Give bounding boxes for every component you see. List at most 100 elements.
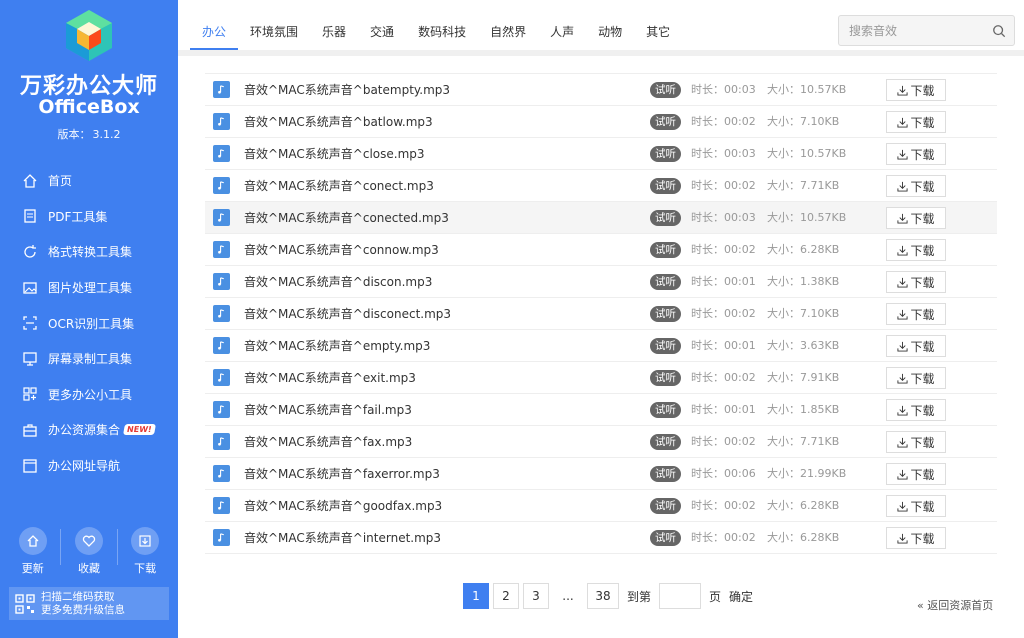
list-item[interactable]: 音效^MAC系统声音^disconect.mp3试听时长：00:02大小：7.1… [205, 298, 997, 330]
preview-button[interactable]: 试听 [650, 114, 681, 130]
preview-button[interactable]: 试听 [650, 530, 681, 546]
download-label: 下载 [910, 530, 934, 547]
favorite-button[interactable]: 收藏 [67, 527, 111, 576]
download-button[interactable]: 下载 [886, 79, 946, 101]
tab-transport[interactable]: 交通 [358, 14, 406, 50]
tab-instruments[interactable]: 乐器 [310, 14, 358, 50]
duration-label: 时长： [691, 83, 724, 96]
sidebar-item-image-tools[interactable]: 图片处理工具集 [0, 270, 178, 306]
download-button[interactable]: 下载 [886, 527, 946, 549]
list-item[interactable]: 音效^MAC系统声音^internet.mp3试听时长：00:02大小：6.28… [205, 522, 997, 554]
duration-text: 时长：00:01 [691, 394, 756, 426]
size-value: 3.63KB [800, 339, 839, 352]
list-item[interactable]: 音效^MAC系统声音^exit.mp3试听时长：00:02大小：7.91KB下载 [205, 362, 997, 394]
download-button[interactable]: 下载 [886, 335, 946, 357]
page-button-3[interactable]: 3 [523, 583, 549, 609]
goto-page-input[interactable] [659, 583, 701, 609]
download-button[interactable]: 下载 [886, 399, 946, 421]
tab-office[interactable]: 办公 [190, 14, 238, 50]
download-label: 下载 [910, 274, 934, 291]
download-app-button[interactable]: 下载 [123, 527, 167, 576]
monitor-icon [22, 351, 38, 367]
preview-button[interactable]: 试听 [650, 498, 681, 514]
audio-file-icon [213, 241, 230, 258]
audio-file-icon [213, 401, 230, 418]
download-icon [897, 533, 908, 544]
update-button[interactable]: 更新 [11, 527, 55, 576]
download-button[interactable]: 下载 [886, 367, 946, 389]
size-value: 6.28KB [800, 243, 839, 256]
sidebar-item-label: 更多办公小工具 [48, 386, 132, 403]
page-button-2[interactable]: 2 [493, 583, 519, 609]
preview-button[interactable]: 试听 [650, 82, 681, 98]
back-to-resources-link[interactable]: « 返回资源首页 [917, 597, 993, 613]
download-button[interactable]: 下载 [886, 207, 946, 229]
preview-button[interactable]: 试听 [650, 402, 681, 418]
goto-confirm-button[interactable]: 确定 [729, 588, 753, 605]
qr-code-promo[interactable]: 扫描二维码获取 更多免费升级信息 [9, 587, 169, 620]
tab-other[interactable]: 其它 [634, 14, 682, 50]
preview-button[interactable]: 试听 [650, 146, 681, 162]
tab-ambience[interactable]: 环境氛围 [238, 14, 310, 50]
tab-voice[interactable]: 人声 [538, 14, 586, 50]
sidebar-item-screen-record[interactable]: 屏幕录制工具集 [0, 341, 178, 377]
sidebar-item-home[interactable]: 首页 [0, 163, 178, 199]
tab-digital-tech[interactable]: 数码科技 [406, 14, 478, 50]
download-button[interactable]: 下载 [886, 143, 946, 165]
search-input[interactable] [839, 16, 984, 45]
tab-nature[interactable]: 自然界 [478, 14, 538, 50]
sidebar-item-more-tools[interactable]: 更多办公小工具 [0, 377, 178, 413]
download-button[interactable]: 下载 [886, 431, 946, 453]
download-icon [897, 213, 908, 224]
size-value: 10.57KB [800, 83, 846, 96]
tab-animals[interactable]: 动物 [586, 14, 634, 50]
page-button-last[interactable]: 38 [587, 583, 619, 609]
audio-file-icon [213, 113, 230, 130]
version-number: 3.1.2 [93, 128, 121, 141]
list-item[interactable]: 音效^MAC系统声音^conected.mp3试听时长：00:03大小：10.5… [205, 202, 997, 234]
list-item[interactable]: 音效^MAC系统声音^conect.mp3试听时长：00:02大小：7.71KB… [205, 170, 997, 202]
sidebar-item-format-convert[interactable]: 格式转换工具集 [0, 234, 178, 270]
size-label: 大小： [767, 467, 800, 480]
sidebar-item-pdf[interactable]: PDF工具集 [0, 199, 178, 235]
list-item[interactable]: 音效^MAC系统声音^batlow.mp3试听时长：00:02大小：7.10KB… [205, 106, 997, 138]
list-item[interactable]: 音效^MAC系统声音^faxerror.mp3试听时长：00:06大小：21.9… [205, 458, 997, 490]
download-icon [897, 85, 908, 96]
duration-value: 00:02 [724, 435, 756, 448]
size-value: 7.91KB [800, 371, 839, 384]
download-button[interactable]: 下载 [886, 271, 946, 293]
page-button-1[interactable]: 1 [463, 583, 489, 609]
download-button[interactable]: 下载 [886, 239, 946, 261]
list-item[interactable]: 音效^MAC系统声音^fax.mp3试听时长：00:02大小：7.71KB下载 [205, 426, 997, 458]
download-button[interactable]: 下载 [886, 175, 946, 197]
list-item[interactable]: 音效^MAC系统声音^batempty.mp3试听时长：00:03大小：10.5… [205, 74, 997, 106]
download-button[interactable]: 下载 [886, 111, 946, 133]
download-button[interactable]: 下载 [886, 495, 946, 517]
preview-button[interactable]: 试听 [650, 210, 681, 226]
sidebar-item-office-resources[interactable]: 办公资源集合 NEW! [0, 412, 178, 448]
list-item[interactable]: 音效^MAC系统声音^fail.mp3试听时长：00:01大小：1.85KB下载 [205, 394, 997, 426]
audio-file-icon [213, 177, 230, 194]
list-item[interactable]: 音效^MAC系统声音^discon.mp3试听时长：00:01大小：1.38KB… [205, 266, 997, 298]
sidebar-item-ocr[interactable]: OCR识别工具集 [0, 305, 178, 341]
list-item[interactable]: 音效^MAC系统声音^empty.mp3试听时长：00:01大小：3.63KB下… [205, 330, 997, 362]
preview-button[interactable]: 试听 [650, 274, 681, 290]
preview-button[interactable]: 试听 [650, 466, 681, 482]
preview-button[interactable]: 试听 [650, 242, 681, 258]
sidebar-item-web-nav[interactable]: 办公网址导航 [0, 448, 178, 484]
duration-value: 00:06 [724, 467, 756, 480]
preview-button[interactable]: 试听 [650, 306, 681, 322]
list-item[interactable]: 音效^MAC系统声音^goodfax.mp3试听时长：00:02大小：6.28K… [205, 490, 997, 522]
preview-button[interactable]: 试听 [650, 370, 681, 386]
preview-button[interactable]: 试听 [650, 338, 681, 354]
preview-button[interactable]: 试听 [650, 178, 681, 194]
download-icon [897, 309, 908, 320]
size-label: 大小： [767, 115, 800, 128]
list-item[interactable]: 音效^MAC系统声音^connow.mp3试听时长：00:02大小：6.28KB… [205, 234, 997, 266]
search-icon[interactable] [984, 16, 1014, 45]
list-item[interactable]: 音效^MAC系统声音^close.mp3试听时长：00:03大小：10.57KB… [205, 138, 997, 170]
duration-text: 时长：00:02 [691, 234, 756, 266]
preview-button[interactable]: 试听 [650, 434, 681, 450]
download-button[interactable]: 下载 [886, 303, 946, 325]
download-button[interactable]: 下载 [886, 463, 946, 485]
